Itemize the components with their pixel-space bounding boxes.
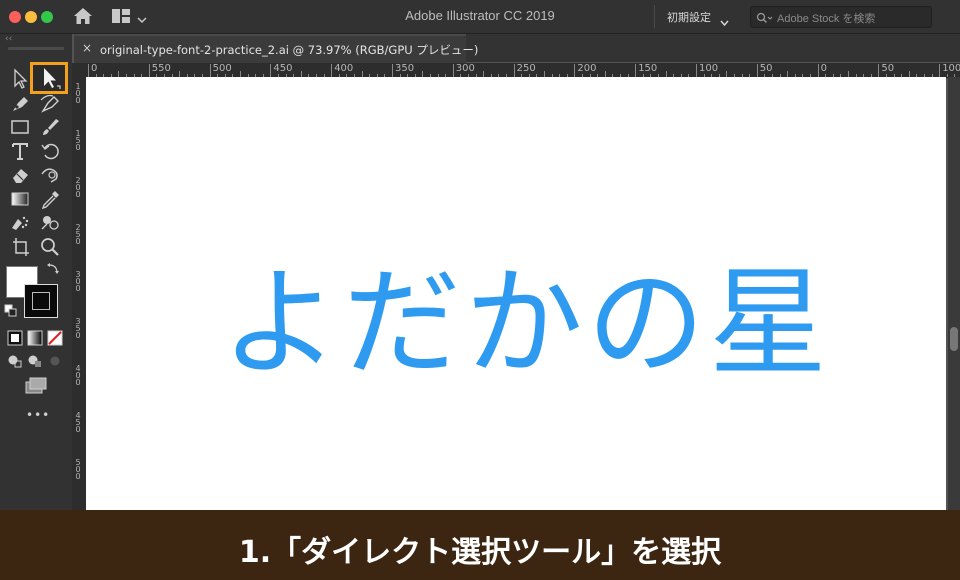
artboard[interactable]: よだかの星 (86, 77, 946, 510)
type-tool-icon[interactable] (9, 140, 33, 162)
ruler-tick (331, 64, 333, 77)
ruler-tick-label: 400 (75, 364, 81, 387)
ruler-tick-label: 350 (75, 317, 81, 340)
ruler-tick-label: 100 (699, 63, 719, 74)
panel-grip[interactable] (8, 47, 64, 50)
eyedropper-tool-icon[interactable] (39, 188, 63, 210)
artboard-text[interactable]: よだかの星 (176, 227, 876, 398)
ruler-tick (878, 64, 880, 77)
divider (654, 5, 655, 28)
ruler-tick (88, 64, 89, 77)
stroke-inner-box (32, 292, 50, 310)
collapse-panel-icon[interactable]: ‹‹ (5, 34, 12, 44)
stock-search-input[interactable]: Adobe Stock を検索 (750, 6, 932, 28)
screen-mode-icon[interactable] (24, 376, 48, 396)
document-tab-label: original-type-font-2-practice_2.ai @ 73.… (100, 43, 479, 57)
ruler-tick-label: 350 (395, 63, 415, 74)
ruler-tick-label: 100 (75, 82, 81, 105)
default-fill-stroke-icon[interactable] (4, 304, 18, 318)
ruler-tick (392, 64, 393, 77)
ruler-tick (452, 64, 454, 77)
horizontal-ruler[interactable]: 0 550 500 450 400 350 300 250 200 150 100 50 0 50 100 (86, 63, 960, 78)
ruler-tick (574, 64, 576, 77)
ruler-tick-label: 50 (881, 63, 895, 74)
document-area: × original-type-font-2-practice_2.ai @ 7… (72, 34, 960, 510)
draw-behind-icon[interactable] (26, 352, 44, 370)
ruler-tick-label: 450 (273, 63, 293, 74)
ruler-tick-label: 500 (75, 458, 81, 481)
direct-selection-tool-button[interactable] (30, 62, 68, 94)
tab-strip (466, 34, 960, 62)
search-icon (756, 10, 774, 23)
ruler-tick-label: 450 (75, 411, 81, 434)
artboard-tool-icon[interactable] (9, 236, 33, 258)
pen-tool-icon[interactable] (9, 92, 33, 114)
document-tab[interactable]: × original-type-font-2-practice_2.ai @ 7… (74, 34, 478, 64)
rotate-tool-icon[interactable] (39, 140, 63, 162)
ruler-tick-label: 50 (759, 63, 773, 74)
ruler-tick (513, 64, 515, 77)
chevron-down-icon[interactable] (720, 12, 729, 27)
caption-bar: 1.「ダイレクト選択ツール」を選択 (0, 510, 960, 580)
ruler-tick-label: 550 (151, 63, 171, 74)
draw-inside-icon[interactable] (46, 352, 64, 370)
edit-toolbar-button[interactable]: ••• (26, 408, 50, 422)
ruler-tick-label: 200 (75, 176, 81, 199)
ruler-tick-label: 300 (75, 270, 81, 293)
ruler-tick (756, 64, 758, 77)
close-tab-icon[interactable]: × (82, 41, 92, 55)
ruler-tick (270, 64, 272, 77)
ruler-tick (635, 64, 637, 77)
ruler-tick-label: 250 (75, 223, 81, 246)
ruler-tick-label: 250 (516, 63, 536, 74)
caption-text: 1.「ダイレクト選択ツール」を選択 (238, 535, 722, 570)
draw-normal-icon[interactable] (6, 352, 24, 370)
zoom-tool-icon[interactable] (39, 236, 63, 258)
ruler-tick-label: 100 (942, 63, 960, 74)
ruler-tick-label: 0 (820, 63, 827, 74)
ruler-tick-label: 500 (212, 63, 232, 74)
ruler-origin[interactable] (72, 63, 86, 77)
vertical-scrollbar[interactable] (948, 77, 960, 510)
tools-panel: ‹‹ ••• (0, 34, 72, 510)
ruler-tick-label: 150 (75, 129, 81, 152)
ruler-tick-label: 0 (91, 63, 98, 74)
curvature-tool-icon[interactable] (39, 92, 63, 114)
ruler-tick (148, 64, 150, 77)
ruler-tick (696, 64, 697, 77)
ruler-tick-label: 400 (334, 63, 354, 74)
swap-fill-stroke-icon[interactable] (46, 262, 60, 276)
gradient-mode-button[interactable] (26, 329, 44, 347)
warp-tool-icon[interactable] (39, 164, 63, 186)
shape-builder-tool-icon[interactable] (39, 212, 63, 234)
vertical-ruler[interactable]: 100 150 200 250 300 350 400 450 500 (72, 77, 87, 510)
ruler-tick-label: 150 (638, 63, 658, 74)
ruler-tick-label: 200 (577, 63, 597, 74)
paintbrush-tool-icon[interactable] (39, 116, 63, 138)
eraser-tool-icon[interactable] (9, 164, 33, 186)
ruler-tick-label: 300 (455, 63, 475, 74)
title-bar: Adobe Illustrator CC 2019 初期設定 Adobe Sto… (0, 0, 960, 34)
ruler-tick (817, 64, 819, 77)
scrollbar-thumb[interactable] (950, 327, 958, 351)
gradient-tool-icon[interactable] (9, 188, 33, 210)
stroke-color-swatch[interactable] (24, 284, 58, 318)
color-mode-button[interactable] (6, 329, 24, 347)
none-mode-button[interactable] (46, 329, 64, 347)
stock-search-placeholder: Adobe Stock を検索 (777, 13, 876, 25)
ruler-tick (939, 64, 941, 77)
workspace-switcher[interactable]: 初期設定 (667, 9, 711, 25)
ruler-tick (209, 64, 211, 77)
direct-selection-tool-icon (44, 68, 61, 89)
rectangle-tool-icon[interactable] (9, 116, 33, 138)
symbol-sprayer-tool-icon[interactable] (9, 212, 33, 234)
